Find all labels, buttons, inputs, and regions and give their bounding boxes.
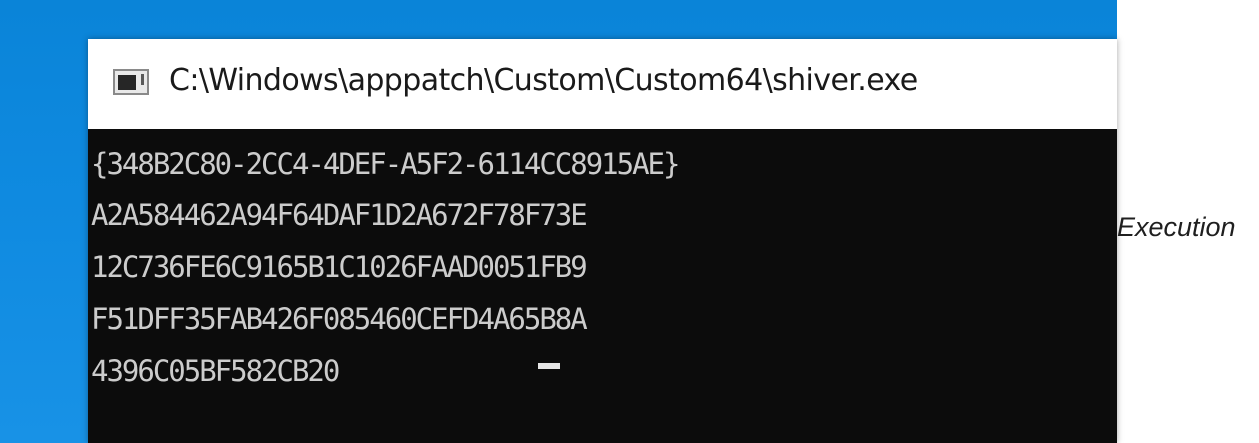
title-bar[interactable]: C:\Windows\apppatch\Custom\Custom64\shiv… [88, 39, 1117, 129]
console-cursor [538, 363, 560, 369]
console-window-icon[interactable] [113, 69, 149, 95]
console-line-guid: {348B2C80-2CC4-4DEF-A5F2-6114CC8915AE} [91, 147, 680, 181]
console-line-hash-3: F51DFF35FAB426F085460CEFD4A65B8A [91, 302, 588, 336]
console-line-hash-1: A2A584462A94F64DAF1D2A672F78F73E [91, 198, 588, 232]
console-line-hash-2: 12C736FE6C9165B1C1026FAAD0051FB9 [91, 250, 588, 284]
console-line-hash-4: 4396C05BF582CB20 [91, 354, 340, 388]
console-output[interactable]: {348B2C80-2CC4-4DEF-A5F2-6114CC8915AE} A… [88, 129, 1117, 443]
figure-caption: Execution [1117, 212, 1236, 242]
window-title: C:\Windows\apppatch\Custom\Custom64\shiv… [169, 63, 918, 98]
console-window[interactable]: C:\Windows\apppatch\Custom\Custom64\shiv… [88, 39, 1117, 443]
